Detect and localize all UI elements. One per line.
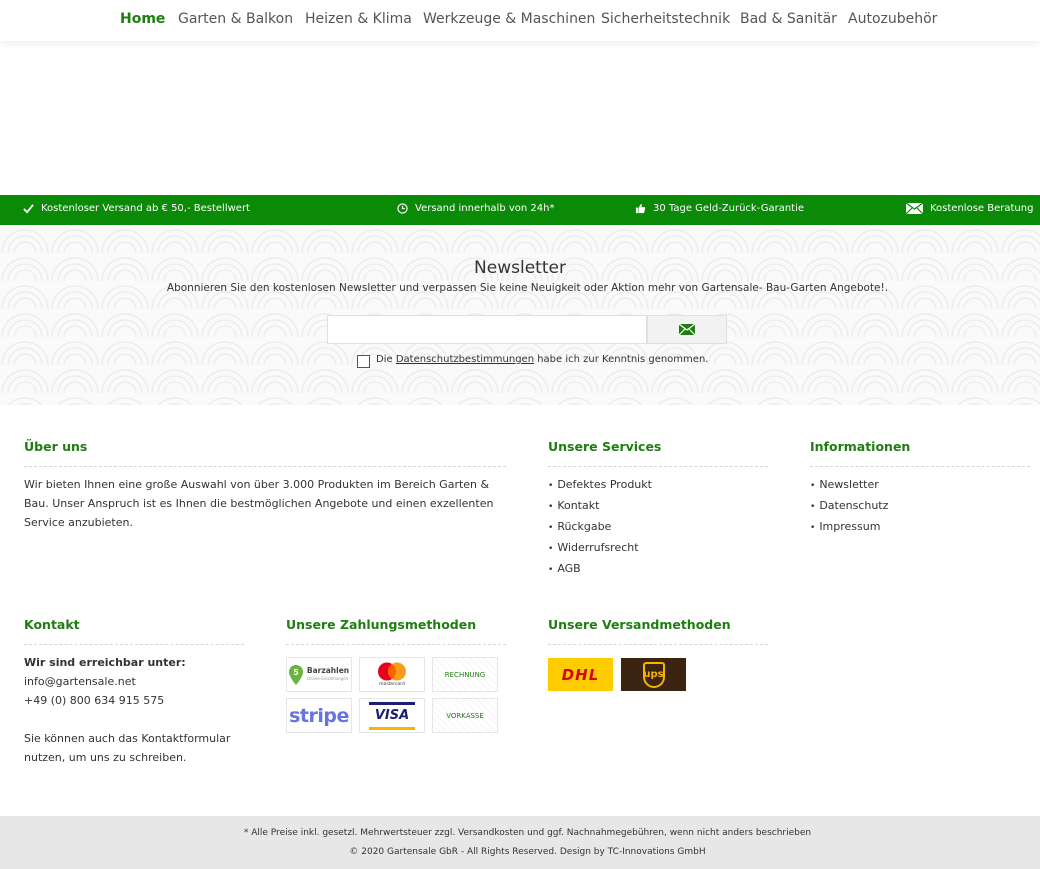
nav-item-autozubehoer[interactable]: Autozubehör bbox=[848, 11, 937, 27]
svg-text:5: 5 bbox=[293, 668, 299, 677]
contact-phone[interactable]: +49 (0) 800 634 915 575 bbox=[24, 691, 254, 710]
nav-item-sicherheitstechnik[interactable]: Sicherheitstechnik bbox=[601, 11, 730, 27]
copyright: © 2020 Gartensale GbR - All Rights Reser… bbox=[349, 847, 706, 857]
info-divider bbox=[810, 466, 1030, 467]
contact-email[interactable]: info@gartensale.net bbox=[24, 672, 254, 691]
newsletter-consent-checkbox[interactable] bbox=[357, 355, 370, 368]
info-link-datenschutz[interactable]: Datenschutz bbox=[810, 496, 888, 517]
newsletter-consent-label: Die Datenschutzbestimmungen habe ich zur… bbox=[376, 354, 708, 365]
newsletter-description: Abonnieren Sie den kostenlosen Newslette… bbox=[166, 282, 889, 294]
send-envelope-icon bbox=[679, 324, 695, 335]
services-title: Unsere Services bbox=[548, 439, 662, 454]
usp-money-back: 30 Tage Geld-Zurück-Garantie bbox=[635, 203, 804, 214]
payment-title: Unsere Zahlungsmethoden bbox=[286, 617, 477, 632]
info-link-newsletter[interactable]: Newsletter bbox=[810, 475, 888, 496]
services-link-rueckgabe[interactable]: Rückgabe bbox=[548, 517, 652, 538]
newsletter-title: Newsletter bbox=[474, 258, 566, 278]
about-divider bbox=[24, 466, 506, 467]
stripe-logo: stripe bbox=[286, 698, 352, 733]
contact-form-text: Sie können auch das Kontaktformular nutz… bbox=[24, 732, 231, 764]
vorkasse-label: VORKASSE bbox=[446, 711, 484, 720]
visa-logo: VISA bbox=[359, 698, 425, 733]
rechnung-logo: RECHNUNG bbox=[432, 657, 498, 692]
info-title: Informationen bbox=[810, 439, 911, 454]
usp-free-advice-text: Kostenlose Beratung bbox=[930, 203, 1034, 214]
contact-block: Wir sind erreichbar unter: info@gartensa… bbox=[24, 653, 254, 767]
nav-item-werkzeuge-maschinen[interactable]: Werkzeuge & Maschinen bbox=[423, 11, 595, 27]
nav-item-heizen-klima[interactable]: Heizen & Klima bbox=[305, 11, 412, 27]
privacy-policy-link[interactable]: Datenschutzbestimmungen bbox=[396, 354, 534, 365]
services-link-kontakt[interactable]: Kontakt bbox=[548, 496, 652, 517]
barzahlen-sub-label: Online-Einzahlungen bbox=[306, 675, 349, 681]
newsletter-submit-button[interactable] bbox=[647, 315, 727, 344]
mastercard-label: mastercard bbox=[379, 682, 405, 687]
contact-divider bbox=[24, 644, 244, 645]
newsletter-section: Newsletter Abonnieren Sie den kostenlose… bbox=[0, 225, 1040, 405]
envelope-icon bbox=[906, 203, 923, 214]
usp-money-back-text: 30 Tage Geld-Zurück-Garantie bbox=[653, 203, 805, 214]
services-link-agb[interactable]: AGB bbox=[548, 559, 652, 580]
main-navigation: Home Garten & Balkon Heizen & Klima Werk… bbox=[0, 0, 1040, 41]
services-list: Defektes Produkt Kontakt Rückgabe Widerr… bbox=[548, 475, 652, 580]
nav-item-garten-balkon[interactable]: Garten & Balkon bbox=[178, 11, 293, 27]
checkmark-icon bbox=[23, 204, 34, 214]
usp-delivery-time-text: Versand innerhalb von 24h* bbox=[415, 203, 555, 214]
ups-label: ups bbox=[643, 669, 664, 680]
about-text: Wir bieten Ihnen eine große Auswahl von … bbox=[24, 478, 494, 529]
consent-suffix: habe ich zur Kenntnis genommen. bbox=[537, 354, 709, 365]
barzahlen-label: Barzahlen bbox=[306, 665, 350, 675]
dhl-logo: DHL bbox=[548, 658, 613, 691]
clock-icon bbox=[397, 203, 408, 214]
newsletter-email-input[interactable] bbox=[327, 315, 647, 344]
payment-divider bbox=[286, 644, 506, 645]
mastercard-logo: mastercard bbox=[359, 657, 425, 692]
info-link-impressum[interactable]: Impressum bbox=[810, 517, 888, 538]
consent-prefix: Die bbox=[376, 354, 393, 365]
nav-item-bad-sanitaer[interactable]: Bad & Sanitär bbox=[740, 11, 837, 27]
usp-free-advice: Kostenlose Beratung bbox=[906, 203, 1033, 214]
shipping-divider bbox=[548, 644, 768, 645]
price-disclaimer: * Alle Preise inkl. gesetzl. Mehrwertste… bbox=[243, 828, 812, 838]
usp-free-shipping: Kostenloser Versand ab € 50,- Bestellwer… bbox=[23, 203, 250, 214]
legal-footer: * Alle Preise inkl. gesetzl. Mehrwertste… bbox=[0, 816, 1040, 869]
visa-label: VISA bbox=[374, 708, 410, 723]
contact-reach-label: Wir sind erreichbar unter: bbox=[24, 656, 186, 669]
services-divider bbox=[548, 466, 768, 467]
usp-bar: Kostenloser Versand ab € 50,- Bestellwer… bbox=[0, 195, 1040, 225]
barzahlen-logo: 5 Barzahlen Online-Einzahlungen bbox=[286, 657, 352, 692]
info-list: Newsletter Datenschutz Impressum bbox=[810, 475, 888, 538]
stripe-label: stripe bbox=[289, 704, 349, 727]
vorkasse-logo: VORKASSE bbox=[432, 698, 498, 733]
shipping-title: Unsere Versandmethoden bbox=[548, 617, 731, 632]
about-title: Über uns bbox=[24, 439, 88, 454]
thumbs-up-icon bbox=[635, 203, 646, 214]
dhl-label: DHL bbox=[561, 665, 600, 684]
ups-logo: ups bbox=[621, 658, 686, 691]
services-link-widerrufsrecht[interactable]: Widerrufsrecht bbox=[548, 538, 652, 559]
contact-title: Kontakt bbox=[24, 617, 80, 632]
services-link-defektes-produkt[interactable]: Defektes Produkt bbox=[548, 475, 652, 496]
rechnung-label: RECHNUNG bbox=[444, 670, 486, 679]
nav-item-home[interactable]: Home bbox=[120, 11, 165, 27]
usp-free-shipping-text: Kostenloser Versand ab € 50,- Bestellwer… bbox=[41, 203, 250, 214]
usp-delivery-time: Versand innerhalb von 24h* bbox=[397, 203, 554, 214]
